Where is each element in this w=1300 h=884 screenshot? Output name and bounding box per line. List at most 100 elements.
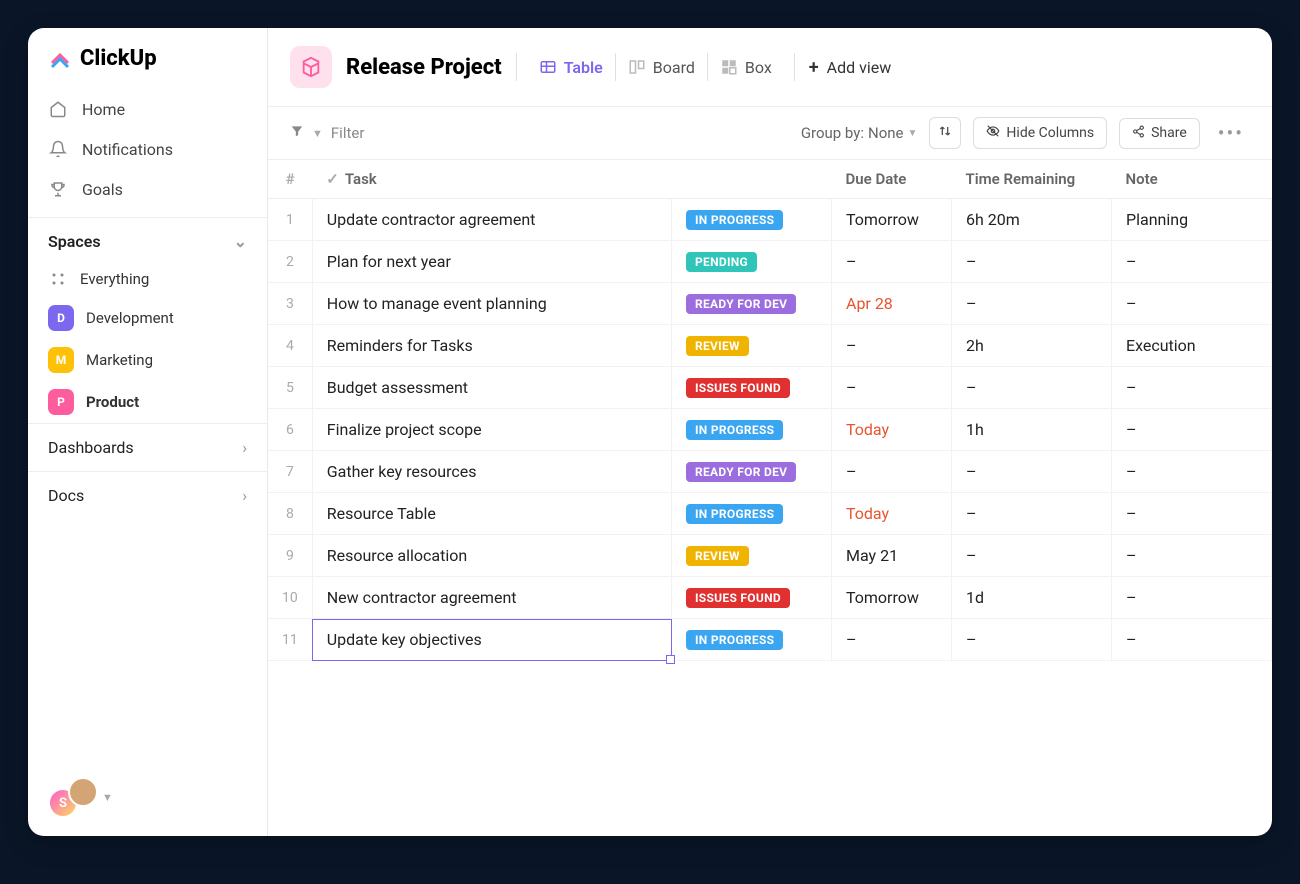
time-cell[interactable]: – [952, 241, 1112, 283]
sidebar-space-development[interactable]: D Development [28, 297, 267, 339]
task-cell[interactable]: Budget assessment [312, 367, 671, 409]
due-cell[interactable]: Today [832, 493, 952, 535]
table-row[interactable]: 2 Plan for next year PENDING – – – [268, 241, 1272, 283]
logo[interactable]: ClickUp [28, 28, 267, 81]
due-cell[interactable]: – [832, 451, 952, 493]
nav-goals[interactable]: Goals [28, 169, 267, 209]
sidebar-docs[interactable]: Docs › [28, 471, 267, 519]
status-cell[interactable]: IN PROGRESS [672, 493, 832, 535]
avatar[interactable] [68, 777, 98, 807]
table-row[interactable]: 1 Update contractor agreement IN PROGRES… [268, 199, 1272, 241]
due-cell[interactable]: – [832, 367, 952, 409]
time-cell[interactable]: – [952, 451, 1112, 493]
sidebar-dashboards[interactable]: Dashboards › [28, 423, 267, 471]
status-badge: ISSUES FOUND [686, 378, 790, 398]
time-cell[interactable]: 1h [952, 409, 1112, 451]
col-status[interactable] [672, 160, 832, 199]
due-cell[interactable]: Tomorrow [832, 577, 952, 619]
status-cell[interactable]: IN PROGRESS [672, 409, 832, 451]
status-cell[interactable]: READY FOR DEV [672, 451, 832, 493]
due-cell[interactable]: Apr 28 [832, 283, 952, 325]
row-number: 7 [268, 451, 312, 493]
table-row[interactable]: 3 How to manage event planning READY FOR… [268, 283, 1272, 325]
time-cell[interactable]: – [952, 535, 1112, 577]
table-row[interactable]: 8 Resource Table IN PROGRESS Today – – [268, 493, 1272, 535]
task-cell[interactable]: New contractor agreement [312, 577, 671, 619]
task-cell[interactable]: How to manage event planning [312, 283, 671, 325]
user-avatars[interactable]: S ▼ [28, 759, 267, 837]
task-cell[interactable]: Finalize project scope [312, 409, 671, 451]
view-tab-label: Board [653, 58, 695, 77]
table-row[interactable]: 10 New contractor agreement ISSUES FOUND… [268, 577, 1272, 619]
note-cell[interactable]: Execution [1112, 325, 1272, 367]
table-row[interactable]: 9 Resource allocation REVIEW May 21 – – [268, 535, 1272, 577]
note-cell[interactable]: – [1112, 409, 1272, 451]
task-cell[interactable]: Resource Table [312, 493, 671, 535]
spaces-header[interactable]: Spaces ⌄ [28, 217, 267, 261]
due-cell[interactable]: – [832, 325, 952, 367]
sidebar-space-marketing[interactable]: M Marketing [28, 339, 267, 381]
col-due[interactable]: Due Date [832, 160, 952, 199]
time-cell[interactable]: – [952, 619, 1112, 661]
divider [707, 53, 708, 81]
col-time[interactable]: Time Remaining [952, 160, 1112, 199]
table-row[interactable]: 11 Update key objectives IN PROGRESS – –… [268, 619, 1272, 661]
note-cell[interactable]: – [1112, 241, 1272, 283]
due-cell[interactable]: – [832, 619, 952, 661]
nav-notifications[interactable]: Notifications [28, 129, 267, 169]
task-cell[interactable]: Update contractor agreement [312, 199, 671, 241]
time-cell[interactable]: – [952, 367, 1112, 409]
task-cell[interactable]: Reminders for Tasks [312, 325, 671, 367]
nav-home[interactable]: Home [28, 89, 267, 129]
time-cell[interactable]: 2h [952, 325, 1112, 367]
due-cell[interactable]: Tomorrow [832, 199, 952, 241]
status-cell[interactable]: REVIEW [672, 325, 832, 367]
task-cell[interactable]: Gather key resources [312, 451, 671, 493]
view-tab-table[interactable]: Table [531, 53, 611, 82]
due-cell[interactable]: May 21 [832, 535, 952, 577]
task-cell[interactable]: Resource allocation [312, 535, 671, 577]
table-row[interactable]: 6 Finalize project scope IN PROGRESS Tod… [268, 409, 1272, 451]
due-cell[interactable]: Today [832, 409, 952, 451]
time-cell[interactable]: – [952, 283, 1112, 325]
status-cell[interactable]: IN PROGRESS [672, 199, 832, 241]
view-tab-box[interactable]: Box [712, 53, 780, 82]
filter-button[interactable]: ▼ Filter [290, 124, 364, 142]
status-cell[interactable]: REVIEW [672, 535, 832, 577]
note-cell[interactable]: – [1112, 535, 1272, 577]
view-tab-board[interactable]: Board [620, 53, 703, 82]
add-view-button[interactable]: + Add view [809, 57, 892, 78]
note-cell[interactable]: – [1112, 619, 1272, 661]
note-cell[interactable]: Planning [1112, 199, 1272, 241]
due-cell[interactable]: – [832, 241, 952, 283]
note-cell[interactable]: – [1112, 493, 1272, 535]
divider [516, 53, 517, 81]
col-task[interactable]: ✓ Task [312, 160, 671, 199]
hide-columns-button[interactable]: Hide Columns [973, 117, 1107, 149]
note-cell[interactable]: – [1112, 451, 1272, 493]
task-cell[interactable]: Update key objectives [312, 619, 671, 661]
groupby-selector[interactable]: Group by: None ▼ [801, 124, 918, 142]
col-number[interactable]: # [268, 160, 312, 199]
task-cell[interactable]: Plan for next year [312, 241, 671, 283]
status-cell[interactable]: IN PROGRESS [672, 619, 832, 661]
sidebar-item-everything[interactable]: Everything [28, 261, 267, 297]
note-cell[interactable]: – [1112, 367, 1272, 409]
status-cell[interactable]: ISSUES FOUND [672, 367, 832, 409]
table-row[interactable]: 4 Reminders for Tasks REVIEW – 2h Execut… [268, 325, 1272, 367]
share-button[interactable]: Share [1119, 118, 1200, 149]
status-cell[interactable]: READY FOR DEV [672, 283, 832, 325]
time-cell[interactable]: 6h 20m [952, 199, 1112, 241]
note-cell[interactable]: – [1112, 577, 1272, 619]
sort-button[interactable] [929, 117, 961, 149]
time-cell[interactable]: 1d [952, 577, 1112, 619]
more-menu-button[interactable]: ••• [1212, 121, 1250, 145]
table-row[interactable]: 7 Gather key resources READY FOR DEV – –… [268, 451, 1272, 493]
sidebar-space-product[interactable]: P Product [28, 381, 267, 423]
time-cell[interactable]: – [952, 493, 1112, 535]
status-cell[interactable]: ISSUES FOUND [672, 577, 832, 619]
note-cell[interactable]: – [1112, 283, 1272, 325]
col-note[interactable]: Note [1112, 160, 1272, 199]
status-cell[interactable]: PENDING [672, 241, 832, 283]
table-row[interactable]: 5 Budget assessment ISSUES FOUND – – – [268, 367, 1272, 409]
